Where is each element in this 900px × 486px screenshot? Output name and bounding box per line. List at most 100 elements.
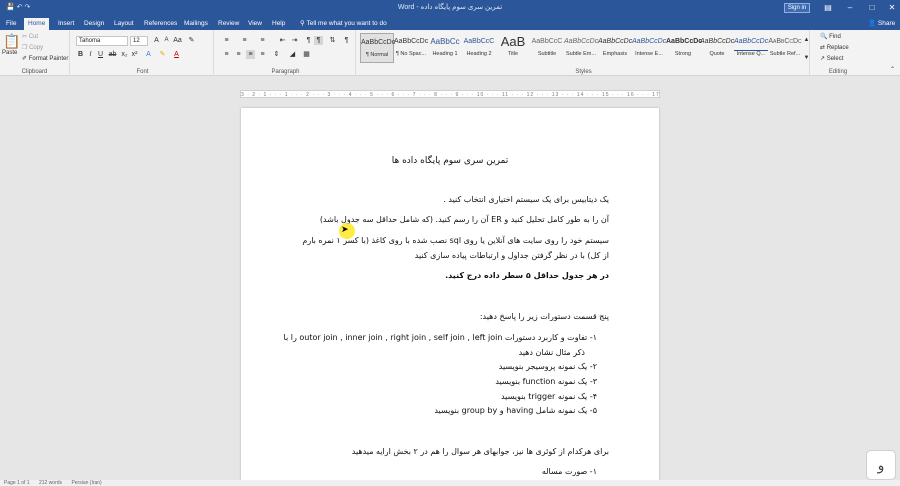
- borders-icon[interactable]: ▦: [302, 50, 311, 59]
- copy-icon: ❐: [22, 45, 28, 51]
- status-bar: Page 1 of 1 212 words Persian (Iran): [0, 480, 900, 486]
- increase-indent-icon[interactable]: ⇥: [290, 36, 299, 45]
- select-button[interactable]: ↗ Select: [820, 55, 843, 62]
- lightbulb-icon: ⚲: [300, 20, 305, 27]
- ribbon: 📋 Paste ✂ Cut ❐ Copy ✐ Format Painter Cl…: [0, 30, 900, 76]
- replace-button[interactable]: ⇄ Replace: [820, 44, 849, 51]
- style-subtitle[interactable]: AaBbCcC Subtitle: [530, 33, 564, 63]
- collapse-ribbon-icon[interactable]: ⌃: [888, 66, 897, 75]
- font-name-field[interactable]: Tahoma: [76, 36, 128, 46]
- style-name: Subtitle: [537, 51, 557, 57]
- ruler-numbers: 3 · 2 · 1 · · · 1 · · · 2 · · · 3 · · · …: [241, 92, 659, 98]
- styles-more-icon[interactable]: ▼: [802, 54, 811, 63]
- style-intense-quote[interactable]: AaBbCcDc Intense Q...: [734, 33, 768, 63]
- bullets-icon[interactable]: ≡: [222, 36, 231, 45]
- status-page[interactable]: Page 1 of 1: [4, 480, 30, 486]
- list-item: ۴- یک نمونه trigger بنویسید: [500, 392, 597, 401]
- copy-button[interactable]: ❐ Copy: [22, 44, 43, 51]
- style-strong[interactable]: AaBbCcDc Strong: [666, 33, 702, 63]
- ribbon-display-icon[interactable]: ▤: [822, 2, 834, 13]
- share-button[interactable]: 👤 Share: [868, 18, 895, 30]
- style-sample: AaBbCcDc: [768, 38, 802, 45]
- font-color-icon[interactable]: A: [172, 50, 181, 59]
- format-painter-button[interactable]: ✐ Format Painter: [22, 55, 68, 62]
- ltr-icon[interactable]: ¶: [304, 36, 313, 45]
- superscript-icon[interactable]: x²: [130, 50, 139, 59]
- style-no-spacing[interactable]: AaBbCcDc ¶ No Spac...: [394, 33, 428, 63]
- align-left-icon[interactable]: ≡: [222, 50, 231, 59]
- replace-icon: ⇄: [820, 45, 826, 51]
- style-normal[interactable]: AaBbCcDc ¶ Normal: [360, 33, 395, 63]
- justify-icon[interactable]: ≡: [258, 50, 267, 59]
- grow-font-icon[interactable]: A: [152, 36, 161, 45]
- subscript-icon[interactable]: x₂: [120, 50, 129, 59]
- styles-scroll-icon[interactable]: ▲: [802, 36, 811, 45]
- tab-layout[interactable]: Layout: [110, 18, 138, 30]
- list-item: ۲- یک نمونه پروسیجر بنویسید: [498, 362, 597, 371]
- style-name: Heading 1: [432, 51, 458, 57]
- style-emphasis[interactable]: AaBbCcDc Emphasis: [598, 33, 632, 63]
- numbering-icon[interactable]: ≡: [240, 36, 249, 45]
- tab-review[interactable]: Review: [214, 18, 243, 30]
- style-quote[interactable]: AaBbCcDc Quote: [700, 33, 734, 63]
- minimize-icon[interactable]: –: [844, 2, 856, 13]
- ribbon-tabs: File Home Insert Design Layout Reference…: [0, 16, 900, 30]
- editing-group: 🔍 Find ⇄ Replace ↗ Select Editing: [812, 30, 864, 76]
- close-icon[interactable]: ✕: [886, 2, 898, 13]
- logo-glyph-icon: و: [877, 457, 885, 473]
- rtl-icon[interactable]: ¶: [314, 36, 323, 45]
- cut-button[interactable]: ✂ Cut: [22, 33, 38, 40]
- change-case-icon[interactable]: Aa: [173, 36, 182, 45]
- clear-formatting-icon[interactable]: ✎: [187, 36, 196, 45]
- align-center-icon[interactable]: ≡: [234, 50, 243, 59]
- sign-in-button[interactable]: Sign in: [784, 3, 810, 13]
- list-item: ۳- یک نمونه function بنویسید: [495, 377, 597, 386]
- paragraph-line: از کل) با در نظر گرفتن جداول و ارتباطات …: [414, 251, 609, 260]
- tab-references[interactable]: References: [140, 18, 181, 30]
- share-label: Share: [877, 20, 896, 27]
- align-right-icon[interactable]: ≡: [246, 50, 255, 59]
- text-effects-icon[interactable]: A: [144, 50, 153, 59]
- show-marks-icon[interactable]: ¶: [342, 36, 351, 45]
- style-title[interactable]: AaB Title: [496, 33, 530, 63]
- status-words[interactable]: 212 words: [39, 480, 62, 486]
- sort-icon[interactable]: ⇅: [328, 36, 337, 45]
- tab-help[interactable]: Help: [268, 18, 289, 30]
- style-subtle-reference[interactable]: AaBbCcDc Subtle Ref...: [768, 33, 802, 63]
- font-size-field[interactable]: 12: [130, 36, 148, 46]
- shrink-font-icon[interactable]: A: [162, 36, 171, 45]
- strikethrough-icon[interactable]: ab: [108, 50, 117, 59]
- status-language[interactable]: Persian (Iran): [71, 480, 101, 486]
- style-name: Heading 2: [466, 51, 492, 57]
- tab-design[interactable]: Design: [80, 18, 108, 30]
- shading-icon[interactable]: ◢: [288, 50, 297, 59]
- style-subtle-emphasis[interactable]: AaBbCcDc Subtle Em...: [564, 33, 598, 63]
- find-label: Find: [829, 34, 841, 40]
- styles-group-label: Styles: [575, 69, 592, 75]
- highlight-icon[interactable]: ✎: [158, 50, 167, 59]
- italic-icon[interactable]: I: [86, 50, 95, 59]
- paste-button[interactable]: Paste: [2, 50, 17, 56]
- style-heading-2[interactable]: AaBbCcC Heading 2: [462, 33, 496, 63]
- multilevel-list-icon[interactable]: ≡: [258, 36, 267, 45]
- tab-mailings[interactable]: Mailings: [180, 18, 212, 30]
- underline-icon[interactable]: U: [96, 50, 105, 59]
- brush-icon: ✐: [22, 56, 28, 62]
- document-title: تمرین سری سوم پایگاه داده ها: [391, 156, 509, 166]
- decrease-indent-icon[interactable]: ⇤: [278, 36, 287, 45]
- maximize-icon[interactable]: □: [866, 2, 878, 13]
- tab-insert[interactable]: Insert: [54, 18, 78, 30]
- line-spacing-icon[interactable]: ⇕: [272, 50, 281, 59]
- tab-view[interactable]: View: [244, 18, 266, 30]
- find-button[interactable]: 🔍 Find: [820, 33, 841, 40]
- list-item: ۵- یک نمونه شامل having و group by بنویس…: [434, 406, 597, 415]
- style-intense-emphasis[interactable]: AaBbCcDc Intense E...: [632, 33, 666, 63]
- tab-home[interactable]: Home: [24, 18, 50, 30]
- share-icon: 👤: [868, 20, 877, 27]
- bold-icon[interactable]: B: [76, 50, 85, 59]
- tab-file[interactable]: File: [2, 18, 20, 30]
- document-page[interactable]: تمرین سری سوم پایگاه داده ها یک دیتابیس …: [241, 108, 659, 486]
- horizontal-ruler[interactable]: 3 · 2 · 1 · · · 1 · · · 2 · · · 3 · · · …: [240, 90, 660, 98]
- tell-me-search[interactable]: ⚲ Tell me what you want to do: [300, 18, 387, 30]
- style-heading-1[interactable]: AaBbCc Heading 1: [428, 33, 462, 63]
